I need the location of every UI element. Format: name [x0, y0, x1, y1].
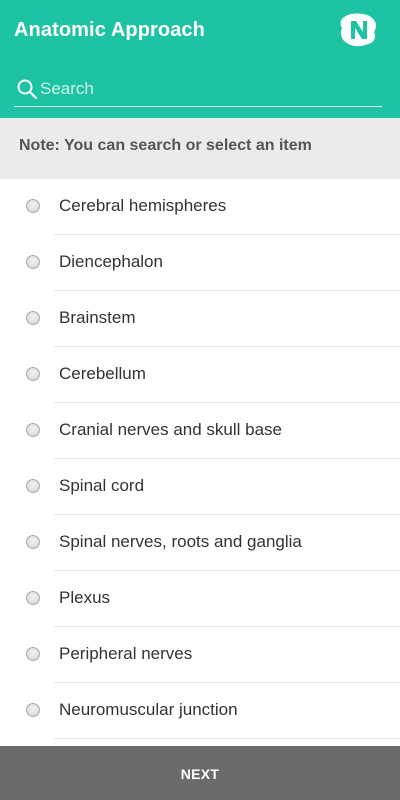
list-item[interactable]: Spinal cord [0, 459, 400, 515]
option-label: Brainstem [59, 308, 136, 327]
list-item[interactable]: Neuromuscular junction [0, 683, 400, 739]
option-label: Spinal cord [59, 476, 145, 495]
radio-button[interactable] [26, 423, 40, 437]
option-label: Cranial nerves and skull base [59, 420, 283, 439]
radio-button[interactable] [26, 703, 40, 717]
option-label: Peripheral nerves [59, 644, 193, 663]
radio-button[interactable] [26, 255, 40, 269]
option-label: Cerebral hemispheres [59, 196, 227, 215]
list-item[interactable]: Cerebellum [0, 347, 400, 403]
list-item[interactable]: Plexus [0, 571, 400, 627]
radio-button[interactable] [26, 199, 40, 213]
option-label: Plexus [59, 588, 111, 607]
search-input[interactable] [40, 76, 370, 102]
option-label: Diencephalon [59, 252, 163, 271]
option-list: Cerebral hemispheres Diencephalon Brains… [0, 179, 400, 739]
radio-button[interactable] [26, 367, 40, 381]
radio-button[interactable] [26, 647, 40, 661]
app-screen: Anatomic Approach Note: You can search o… [0, 0, 400, 800]
list-item[interactable]: Diencephalon [0, 235, 400, 291]
note-banner: Note: You can search or select an item [0, 118, 400, 179]
radio-button[interactable] [26, 591, 40, 605]
option-label: Spinal nerves, roots and ganglia [59, 532, 302, 551]
search-icon [17, 79, 38, 100]
app-header: Anatomic Approach [0, 0, 400, 118]
radio-button[interactable] [26, 479, 40, 493]
list-item[interactable]: Spinal nerves, roots and ganglia [0, 515, 400, 571]
page-title: Anatomic Approach [14, 19, 205, 41]
radio-button[interactable] [26, 311, 40, 325]
note-text: Note: You can search or select an item [19, 137, 312, 154]
list-item[interactable]: Cranial nerves and skull base [0, 403, 400, 459]
list-item[interactable]: Brainstem [0, 291, 400, 347]
list-item[interactable]: Cerebral hemispheres [0, 179, 400, 235]
option-label: Neuromuscular junction [59, 700, 238, 719]
option-label: Cerebellum [59, 364, 146, 383]
search-bar[interactable] [14, 72, 382, 107]
list-item[interactable]: Peripheral nerves [0, 627, 400, 683]
brand-logo-icon [340, 13, 376, 47]
next-button[interactable]: NEXT [0, 746, 400, 800]
radio-button[interactable] [26, 535, 40, 549]
